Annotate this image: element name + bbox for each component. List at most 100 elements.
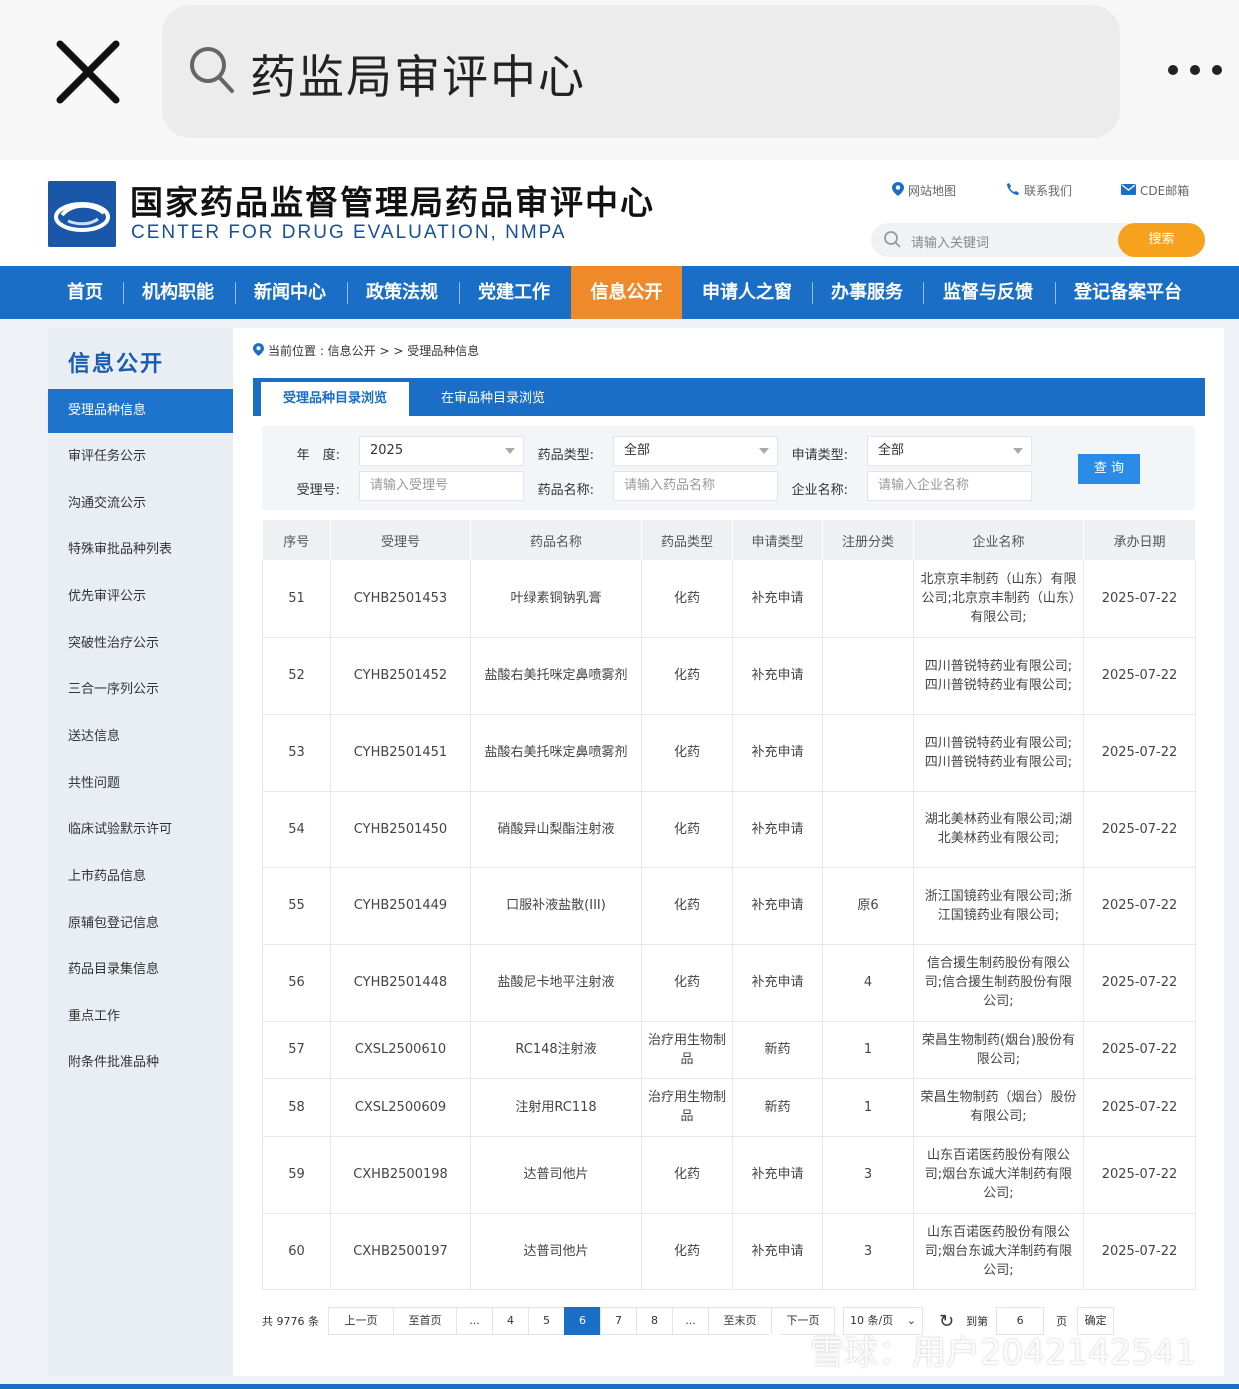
- year-select[interactable]: 2025: [359, 436, 524, 466]
- nav-feedback[interactable]: 监督与反馈: [928, 266, 1048, 319]
- page-4-button[interactable]: 4: [492, 1307, 529, 1335]
- cell-drug-type: 化药: [641, 637, 733, 715]
- contact-link[interactable]: 联系我们: [1006, 182, 1072, 199]
- cell-drug-type: 化药: [641, 944, 733, 1022]
- more-options-icon[interactable]: [1160, 55, 1230, 85]
- table-row[interactable]: 60 CXHB2500197 达普司他片 化药 补充申请 3 山东百诺医药股份有限公司;烟台…: [262, 1213, 1196, 1290]
- table-row[interactable]: 58 CXSL2500609 注射用RC118 治疗用生物制品 新药 1 荣昌生物制药（烟台…: [262, 1078, 1196, 1137]
- sidebar-item-special-approval[interactable]: 特殊审批品种列表: [48, 528, 233, 572]
- prev-page-button[interactable]: 上一页: [328, 1307, 394, 1335]
- sidebar-item-breakthrough[interactable]: 突破性治疗公示: [48, 622, 233, 666]
- accept-no-input[interactable]: 请输入受理号: [359, 471, 524, 501]
- cell-drug-name: 达普司他片: [470, 1213, 642, 1290]
- sitemap-link[interactable]: 网站地图: [892, 182, 956, 199]
- nav-applicant[interactable]: 申请人之窗: [688, 266, 806, 319]
- search-query: 药监局审评中心: [250, 50, 586, 104]
- cell-company: 浙江国镜药业有限公司;浙江国镜药业有限公司;: [913, 867, 1084, 945]
- sidebar-item-communication[interactable]: 沟通交流公示: [48, 482, 233, 526]
- nav-home[interactable]: 首页: [52, 266, 118, 319]
- close-icon[interactable]: [52, 36, 124, 108]
- company-input[interactable]: 请输入企业名称: [867, 471, 1032, 501]
- drug-type-select[interactable]: 全部: [613, 436, 778, 466]
- breadcrumb: 当前位置 : 信息公开 > > 受理品种信息: [253, 342, 479, 359]
- cell-index: 53: [262, 714, 331, 792]
- cell-apply-type: 补充申请: [732, 944, 823, 1022]
- sidebar-item-drug-catalog[interactable]: 药品目录集信息: [48, 948, 233, 992]
- sidebar-item-api-registration[interactable]: 原辅包登记信息: [48, 902, 233, 946]
- cell-reg-class: 原6: [822, 867, 914, 945]
- cell-date: 2025-07-22: [1083, 1021, 1196, 1079]
- page-5-button[interactable]: 5: [528, 1307, 565, 1335]
- cell-apply-type: 补充申请: [732, 714, 823, 792]
- cell-reg-class: [822, 637, 914, 715]
- search-box[interactable]: 药监局审评中心: [162, 5, 1120, 138]
- ellipsis-left[interactable]: ...: [456, 1307, 493, 1335]
- watermark-text: 雪球：用户2042142541: [810, 1333, 1197, 1373]
- table-row[interactable]: 53 CYHB2501451 盐酸右美托咪定鼻喷雾剂 化药 补充申请 四川普锐特药业有限公…: [262, 714, 1196, 792]
- table-row[interactable]: 56 CYHB2501448 盐酸尼卡地平注射液 化药 补充申请 4 信合援生制药股份有限公…: [262, 944, 1196, 1022]
- nav-news[interactable]: 新闻中心: [240, 266, 340, 319]
- cell-drug-type: 化药: [641, 791, 733, 868]
- cell-accept-no: CYHB2501449: [330, 867, 471, 945]
- cell-reg-class: 3: [822, 1136, 914, 1214]
- cell-date: 2025-07-22: [1083, 867, 1196, 945]
- sidebar-item-review-tasks[interactable]: 审评任务公示: [48, 435, 233, 479]
- table-row[interactable]: 59 CXHB2500198 达普司他片 化药 补充申请 3 山东百诺医药股份有限公司;烟台…: [262, 1136, 1196, 1214]
- tab-under-review-catalog[interactable]: 在审品种目录浏览: [423, 382, 563, 416]
- sidebar-item-priority-review[interactable]: 优先审评公示: [48, 575, 233, 619]
- table-header-row: 序号 受理号 药品名称 药品类型 申请类型 注册分类 企业名称 承办日期: [262, 520, 1196, 560]
- sidebar-item-marketed-drugs[interactable]: 上市药品信息: [48, 855, 233, 899]
- first-page-button[interactable]: 至首页: [393, 1307, 457, 1335]
- query-button[interactable]: 查 询: [1078, 454, 1140, 484]
- email-link[interactable]: CDE邮箱: [1121, 182, 1189, 199]
- cell-date: 2025-07-22: [1083, 560, 1196, 638]
- nav-functions[interactable]: 机构职能: [128, 266, 228, 319]
- drug-name-input[interactable]: 请输入药品名称: [613, 471, 778, 501]
- sidebar-item-accepted-varieties[interactable]: 受理品种信息: [48, 389, 233, 433]
- total-count: 共 9776 条: [262, 1315, 319, 1328]
- sidebar-item-clinical-trial[interactable]: 临床试验默示许可: [48, 808, 233, 852]
- table-row[interactable]: 54 CYHB2501450 硝酸异山梨酯注射液 化药 补充申请 湖北美林药业有限公司;湖…: [262, 791, 1196, 868]
- sidebar-item-key-work[interactable]: 重点工作: [48, 995, 233, 1039]
- cell-company: 山东百诺医药股份有限公司;烟台东诚大洋制药有限公司;: [913, 1136, 1084, 1214]
- watermark: 雪球：用户2042142541: [760, 1325, 1196, 1374]
- sidebar-item-three-in-one[interactable]: 三合一序列公示: [48, 668, 233, 712]
- cell-drug-type: 化药: [641, 1213, 733, 1290]
- search-icon: [883, 230, 903, 254]
- cell-reg-class: 4: [822, 944, 914, 1022]
- cell-company: 四川普锐特药业有限公司;四川普锐特药业有限公司;: [913, 637, 1084, 715]
- site-search-button[interactable]: 搜索: [1118, 223, 1205, 257]
- sidebar-item-common-issues[interactable]: 共性问题: [48, 762, 233, 806]
- cell-accept-no: CXSL2500609: [330, 1078, 471, 1137]
- nav-policy[interactable]: 政策法规: [352, 266, 452, 319]
- cell-date: 2025-07-22: [1083, 1136, 1196, 1214]
- mail-icon: [1121, 183, 1136, 198]
- page-7-button[interactable]: 7: [600, 1307, 637, 1335]
- table-row[interactable]: 55 CYHB2501449 口服补液盐散(III) 化药 补充申请 原6 浙江国镜药业有限…: [262, 867, 1196, 945]
- page-8-button[interactable]: 8: [636, 1307, 673, 1335]
- chevron-down-icon: [505, 448, 515, 454]
- company-label: 企业名称:: [791, 483, 848, 498]
- sidebar-item-conditional-approval[interactable]: 附条件批准品种: [48, 1041, 233, 1085]
- nav-services[interactable]: 办事服务: [817, 266, 917, 319]
- tab-accepted-catalog[interactable]: 受理品种目录浏览: [261, 382, 409, 416]
- cell-accept-no: CYHB2501448: [330, 944, 471, 1022]
- cell-date: 2025-07-22: [1083, 791, 1196, 868]
- sidebar-item-delivery[interactable]: 送达信息: [48, 715, 233, 759]
- col-header-drug-name: 药品名称: [470, 520, 642, 560]
- ellipsis-right[interactable]: ...: [672, 1307, 709, 1335]
- apply-type-select[interactable]: 全部: [867, 436, 1032, 466]
- nav-info-disclosure[interactable]: 信息公开: [571, 266, 682, 319]
- cell-company: 信合援生制药股份有限公司;信合援生制药股份有限公司;: [913, 944, 1084, 1022]
- table-row[interactable]: 52 CYHB2501452 盐酸右美托咪定鼻喷雾剂 化药 补充申请 四川普锐特药业有限公…: [262, 637, 1196, 715]
- cell-accept-no: CYHB2501450: [330, 791, 471, 868]
- page-6-button[interactable]: 6: [564, 1307, 601, 1335]
- col-header-drug-type: 药品类型: [641, 520, 733, 560]
- table-row[interactable]: 57 CXSL2500610 RC148注射液 治疗用生物制品 新药 1 荣昌生物制药(烟台…: [262, 1021, 1196, 1079]
- nav-party[interactable]: 党建工作: [464, 266, 564, 319]
- cde-logo[interactable]: [48, 181, 116, 247]
- cell-date: 2025-07-22: [1083, 1078, 1196, 1137]
- site-subtitle: CENTER FOR DRUG EVALUATION, NMPA: [131, 222, 567, 243]
- nav-registration[interactable]: 登记备案平台: [1060, 266, 1196, 319]
- table-row[interactable]: 51 CYHB2501453 叶绿素铜钠乳膏 化药 补充申请 北京京丰制药（山东）有限公司…: [262, 560, 1196, 638]
